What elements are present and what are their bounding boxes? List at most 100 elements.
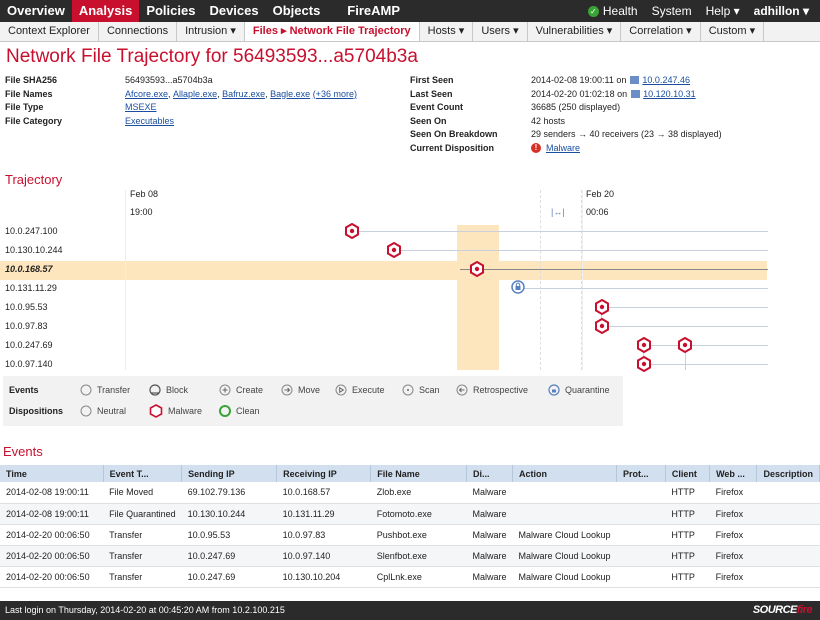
legend-transfer[interactable]: Transfer — [80, 384, 130, 396]
host-lane — [648, 345, 768, 346]
nav-overview[interactable]: Overview — [0, 0, 72, 22]
system-menu[interactable]: System — [645, 4, 699, 18]
nav-fireamp[interactable]: FireAMP — [327, 0, 407, 22]
file-category-link[interactable]: Executables — [125, 115, 174, 129]
legend-clean[interactable]: Clean — [219, 405, 260, 417]
column-header[interactable]: Description — [756, 465, 820, 482]
column-header[interactable]: Event T... — [103, 465, 183, 482]
legend-malware[interactable]: Malware — [149, 404, 202, 418]
malware-event-icon[interactable] — [636, 337, 652, 353]
sourcefire-logo: SOURCEfire — [752, 601, 813, 620]
nav-devices[interactable]: Devices — [202, 0, 265, 22]
table-cell — [756, 503, 820, 525]
malware-event-icon[interactable] — [344, 223, 360, 239]
column-header[interactable]: Time — [0, 465, 104, 482]
subnav-vulnerabilities[interactable]: Vulnerabilities ▾ — [528, 22, 622, 41]
file-name-link[interactable]: Bafruz.exe — [222, 88, 265, 102]
host-label[interactable]: 10.0.97.140 — [5, 359, 53, 369]
last-login-text: Last login on Thursday, 2014-02-20 at 00… — [5, 605, 285, 615]
breakdown-label: Seen On Breakdown — [410, 129, 498, 139]
host-label[interactable]: 10.131.11.29 — [5, 283, 57, 293]
column-header[interactable]: Di... — [466, 465, 513, 482]
file-name-link[interactable]: Allaple.exe — [173, 88, 217, 102]
table-row[interactable]: 2014-02-08 19:00:11 File Quarantined 10.13… — [0, 503, 820, 525]
host-label[interactable]: 10.0.95.53 — [5, 302, 48, 312]
legend-execute[interactable]: Execute — [335, 384, 385, 396]
file-names-label: File Names — [5, 88, 53, 99]
legend-scan[interactable]: Scan — [402, 384, 440, 396]
subnav-custom[interactable]: Custom ▾ — [701, 22, 765, 41]
subnav-files-trajectory[interactable]: Files ▸ Network File Trajectory — [244, 22, 420, 41]
host-label[interactable]: 10.0.247.100 — [5, 226, 58, 236]
malware-alert-icon: ! — [531, 142, 541, 153]
main-nav: Overview Analysis Policies Devices Objec… — [0, 0, 407, 22]
malware-event-icon[interactable] — [469, 261, 485, 277]
host-label[interactable]: 10.130.10.244 — [5, 245, 63, 255]
sha256-label: File SHA256 — [5, 75, 58, 85]
malware-event-icon[interactable] — [677, 337, 693, 353]
legend-neutral[interactable]: Neutral — [80, 405, 126, 417]
column-header[interactable]: Receiving IP — [276, 465, 372, 482]
subnav-connections[interactable]: Connections — [99, 22, 178, 41]
move-icon — [281, 384, 293, 396]
table-cell: HTTP — [665, 524, 710, 546]
legend-retrospective[interactable]: Retrospective — [456, 384, 528, 396]
subnav-correlation[interactable]: Correlation ▾ — [621, 22, 701, 41]
file-name-link[interactable]: Afcore.exe — [125, 88, 168, 102]
table-cell: File Quarantined — [103, 503, 182, 525]
disposition-label: Current Disposition — [410, 142, 495, 153]
user-menu[interactable]: adhillon ▾ — [747, 4, 816, 18]
column-header[interactable]: Action — [512, 465, 618, 482]
host-label[interactable]: 10.0.97.83 — [5, 321, 48, 331]
table-row[interactable]: 2014-02-20 00:06:50 Transfer 10.0.247.69 10… — [0, 566, 820, 588]
file-type-link[interactable]: MSEXE — [125, 101, 157, 115]
nav-policies[interactable]: Policies — [139, 0, 202, 22]
host-lane — [460, 269, 768, 270]
column-header[interactable]: File Name — [370, 465, 467, 482]
help-menu[interactable]: Help ▾ — [699, 4, 747, 18]
quarantine-event-icon[interactable] — [511, 280, 525, 294]
trajectory-map: Feb 08 19:00 Feb 20 00:06 |↔| 10.0.247.1… — [0, 185, 820, 375]
table-cell — [756, 566, 820, 588]
malware-event-icon[interactable] — [636, 356, 652, 372]
column-header[interactable]: Sending IP — [181, 465, 278, 482]
last-seen-ip-link[interactable]: 10.120.10.31 — [643, 88, 696, 102]
legend-create[interactable]: Create — [219, 384, 263, 396]
malware-event-icon[interactable] — [386, 242, 402, 258]
table-row[interactable]: 2014-02-20 00:06:50 Transfer 10.0.95.53 10.… — [0, 524, 820, 546]
more-names-link[interactable]: (+36 more) — [313, 88, 357, 102]
legend-move[interactable]: Move — [281, 384, 320, 396]
malware-event-icon[interactable] — [594, 299, 610, 315]
disposition-link[interactable]: Malware — [546, 142, 580, 156]
legend-quarantine[interactable]: Quarantine — [548, 384, 610, 396]
file-name-link[interactable]: Bagle.exe — [270, 88, 310, 102]
expand-gap-button[interactable]: |↔| — [551, 207, 565, 217]
table-row[interactable]: 2014-02-20 00:06:50 Transfer 10.0.247.69 10… — [0, 545, 820, 567]
column-header[interactable]: Prot... — [616, 465, 666, 482]
table-cell — [756, 524, 820, 546]
last-seen-value: 2014-02-20 01:02:18 on — [531, 88, 628, 99]
malware-event-icon[interactable] — [594, 318, 610, 334]
legend-label: Clean — [236, 406, 260, 416]
legend-label: Create — [236, 385, 264, 395]
nav-objects[interactable]: Objects — [266, 0, 328, 22]
nav-analysis[interactable]: Analysis — [71, 0, 140, 22]
health-menu[interactable]: ✓ Health — [581, 4, 645, 18]
column-header[interactable]: Client — [665, 465, 711, 482]
sha256-value: 56493593...a5704b3a — [125, 75, 213, 85]
event-count-label: Event Count — [410, 102, 463, 112]
subnav-context-explorer[interactable]: Context Explorer — [0, 22, 99, 41]
subnav-intrusion[interactable]: Intrusion ▾ — [177, 22, 245, 41]
time-label: 00:06 — [586, 207, 609, 217]
table-cell: Slenfbot.exe — [370, 545, 467, 567]
subnav-hosts[interactable]: Hosts ▾ — [420, 22, 474, 41]
subnav-users[interactable]: Users ▾ — [473, 22, 528, 41]
logo-text: SOURCE — [752, 604, 798, 616]
host-label-selected[interactable]: 10.0.168.57 — [5, 264, 53, 274]
first-seen-ip-link[interactable]: 10.0.247.46 — [642, 74, 690, 88]
legend-block[interactable]: Block — [149, 384, 188, 396]
host-label[interactable]: 10.0.247.69 — [5, 340, 53, 350]
column-header[interactable]: Web ... — [709, 465, 758, 482]
host-lane — [358, 231, 768, 232]
table-row[interactable]: 2014-02-08 19:00:11 File Moved 69.102.79.1… — [0, 482, 820, 504]
